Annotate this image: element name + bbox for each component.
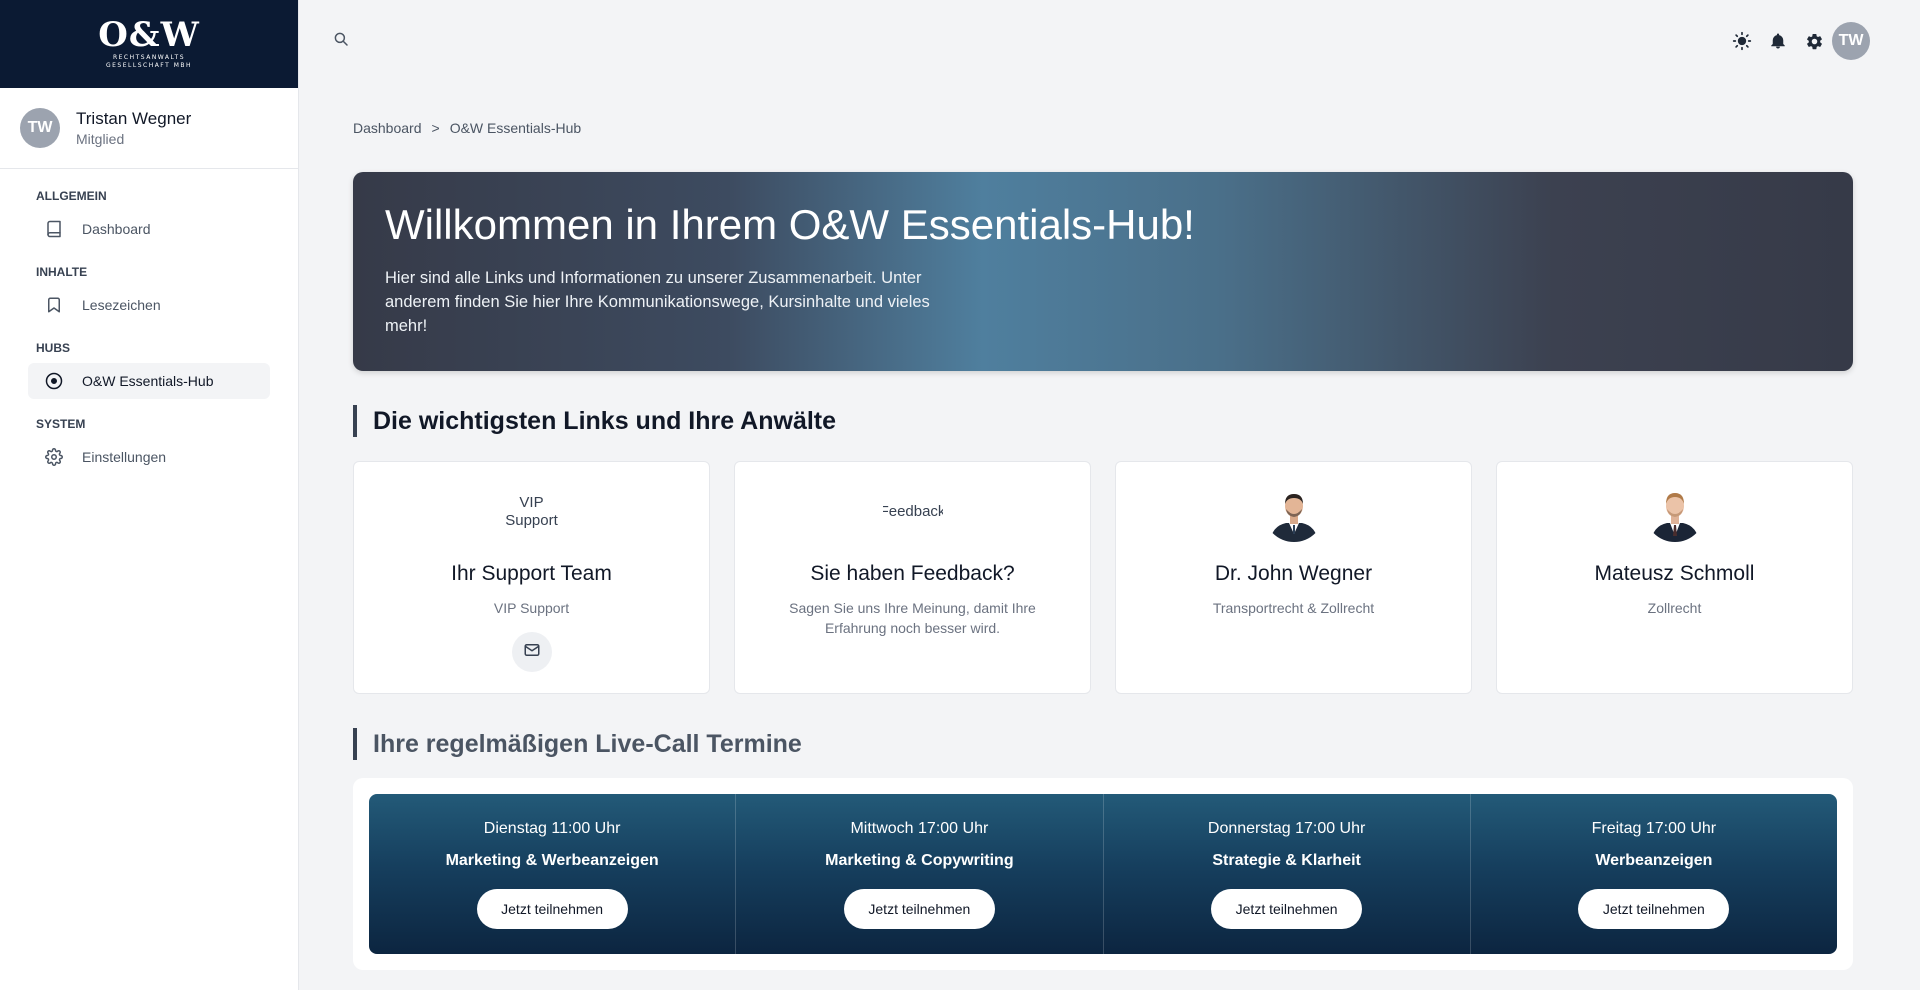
logo-subtitle: RECHTSANWALTS GESELLSCHAFT MBH [106, 54, 192, 70]
user-profile[interactable]: TW Tristan Wegner Mitglied [0, 88, 298, 169]
sun-icon[interactable] [1724, 23, 1760, 59]
bookmark-icon [44, 295, 64, 315]
hero-title: Willkommen in Ihrem O&W Essentials-Hub! [385, 201, 1195, 248]
card-support-team[interactable]: VIP Support Ihr Support Team VIP Support [353, 461, 710, 694]
card-title: Mateusz Schmoll [1594, 562, 1755, 585]
call-time: Mittwoch 17:00 Uhr [850, 820, 989, 837]
live-call-item: Freitag 17:00 Uhr Werbeanzeigen Jetzt te… [1471, 794, 1837, 954]
nav-heading: Allgemein [36, 189, 107, 203]
live-calls-panel: Dienstag 11:00 Uhr Marketing & Werbeanze… [353, 778, 1853, 970]
book-icon [44, 219, 64, 239]
join-call-button[interactable]: Jetzt teilnehmen [1211, 889, 1363, 929]
card-feedback[interactable]: Feedback Sie haben Feedback? Sagen Sie u… [734, 461, 1091, 694]
section-title-live-calls: Ihre regelmäßigen Live-Call Termine [353, 728, 1853, 760]
sidebar-item-label: Dashboard [82, 221, 151, 237]
join-call-button[interactable]: Jetzt teilnehmen [1578, 889, 1730, 929]
nav-section-inhalte: Inhalte Lesezeichen [0, 261, 298, 323]
breadcrumb: Dashboard > O&W Essentials-Hub [353, 118, 1853, 138]
card-title: Sie haben Feedback? [810, 562, 1015, 585]
gear-icon[interactable] [1796, 23, 1832, 59]
mail-button[interactable] [511, 632, 552, 672]
breadcrumb-item-current: O&W Essentials-Hub [449, 120, 582, 136]
lawyer-portrait [1644, 482, 1705, 542]
live-call-item: Dienstag 11:00 Uhr Marketing & Werbeanze… [369, 794, 737, 954]
sidebar-item-label: Einstellungen [82, 449, 167, 465]
logo-subtitle-line-1: RECHTSANWALTS [112, 54, 186, 61]
card-title: Ihr Support Team [451, 562, 612, 585]
sidebar-item-label: Lesezeichen [82, 297, 161, 313]
bell-icon[interactable] [1760, 23, 1796, 59]
card-lawyer-john-wegner[interactable]: Dr. John Wegner Transportrecht & Zollrec… [1115, 461, 1472, 694]
join-call-button[interactable]: Jetzt teilnehmen [476, 889, 628, 929]
card-subtitle: Transportrecht & Zollrecht [1212, 600, 1375, 616]
mail-icon [523, 641, 541, 664]
sidebar: O&W RECHTSANWALTS GESELLSCHAFT MBH TW Tr… [0, 0, 299, 990]
main-content: Dashboard > O&W Essentials-Hub Willkomme… [353, 118, 1853, 970]
live-call-item: Donnerstag 17:00 Uhr Strategie & Klarhei… [1104, 794, 1471, 954]
live-calls-list: Dienstag 11:00 Uhr Marketing & Werbeanze… [369, 794, 1837, 954]
card-subtitle: Sagen Sie uns Ihre Meinung, damit Ihre E… [789, 600, 1036, 636]
join-call-button[interactable]: Jetzt teilnehmen [843, 889, 995, 929]
card-lawyer-mateusz-schmoll[interactable]: Mateusz Schmoll Zollrecht [1496, 461, 1853, 694]
call-topic: Marketing & Copywriting [825, 852, 1014, 869]
avatar: TW [20, 108, 60, 148]
avatar[interactable]: TW [1832, 22, 1870, 60]
broken-image-vip-support: VIP Support [505, 494, 558, 529]
play-circle-icon [44, 371, 64, 391]
call-time: Freitag 17:00 Uhr [1591, 820, 1717, 837]
nav-section-allgemein: Allgemein Dashboard [0, 185, 298, 247]
broken-image-feedback: Feedback [882, 503, 943, 520]
call-topic: Marketing & Werbeanzeigen [445, 852, 659, 869]
sidebar-item-label: O&W Essentials-Hub [82, 373, 214, 389]
logo-mark: O&W [98, 15, 200, 55]
call-topic: Werbeanzeigen [1595, 852, 1713, 869]
call-time: Donnerstag 17:00 Uhr [1207, 820, 1366, 837]
user-role: Mitglied [76, 131, 125, 147]
nav-heading: Hubs [36, 341, 71, 355]
hero-banner: Willkommen in Ihrem O&W Essentials-Hub! … [353, 172, 1853, 371]
brand-logo[interactable]: O&W RECHTSANWALTS GESELLSCHAFT MBH [0, 0, 298, 88]
lawyer-portrait [1263, 482, 1324, 542]
topbar-actions: TW [1724, 22, 1870, 60]
hero-text: Hier sind alle Links und Informationen z… [385, 269, 930, 335]
sidebar-item-lesezeichen[interactable]: Lesezeichen [28, 287, 270, 323]
user-name: Tristan Wegner [76, 109, 192, 128]
sidebar-item-dashboard[interactable]: Dashboard [28, 211, 270, 247]
topbar: TW [300, 0, 1920, 80]
call-time: Dienstag 11:00 Uhr [483, 820, 621, 837]
call-topic: Strategie & Klarheit [1212, 852, 1361, 869]
card-subtitle: VIP Support [493, 600, 570, 616]
breadcrumb-item-dashboard[interactable]: Dashboard [353, 120, 422, 136]
live-call-item: Mittwoch 17:00 Uhr Marketing & Copywriti… [736, 794, 1104, 954]
nav-heading: Inhalte [36, 265, 88, 279]
card-subtitle: Zollrecht [1647, 600, 1702, 616]
section-title-links: Die wichtigsten Links und Ihre Anwälte [353, 405, 1853, 437]
nav-section-system: System Einstellungen [0, 413, 298, 475]
nav-section-hubs: Hubs O&W Essentials-Hub [0, 337, 298, 399]
search-icon[interactable] [332, 30, 350, 53]
breadcrumb-separator: > [431, 120, 440, 136]
links-cards: VIP Support Ihr Support Team VIP Support… [353, 461, 1853, 694]
sidebar-item-essentials-hub[interactable]: O&W Essentials-Hub [28, 363, 270, 399]
sidebar-nav: Allgemein Dashboard Inhalte Lesezeichen … [0, 169, 298, 475]
sidebar-item-einstellungen[interactable]: Einstellungen [28, 439, 270, 475]
card-title: Dr. John Wegner [1214, 562, 1373, 585]
logo-subtitle-line-2: GESELLSCHAFT MBH [105, 62, 193, 69]
gear-icon [44, 447, 64, 467]
nav-heading: System [36, 417, 86, 431]
